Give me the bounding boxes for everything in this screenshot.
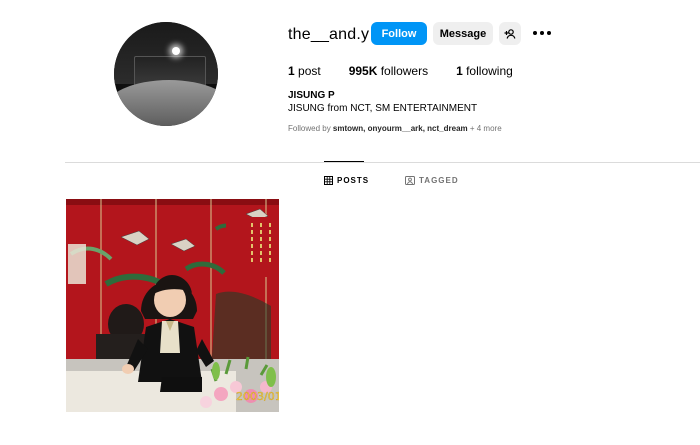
tabs-divider <box>65 162 700 163</box>
avatar-floor <box>114 80 218 126</box>
tab-tagged[interactable]: TAGGED <box>405 176 459 185</box>
post-image: 2003/01 <box>66 199 279 412</box>
active-tab-indicator <box>324 161 364 162</box>
suggest-users-button[interactable] <box>499 22 521 45</box>
profile-username: the__and.y <box>288 26 370 43</box>
stat-followers[interactable]: 995K followers <box>349 64 428 78</box>
more-options-button[interactable] <box>532 26 552 40</box>
stat-following[interactable]: 1 following <box>456 64 513 78</box>
more-icon <box>533 31 537 35</box>
add-user-icon <box>504 28 516 39</box>
message-button[interactable]: Message <box>433 22 493 45</box>
profile-stats: 1 post 995K followers 1 following <box>288 64 541 78</box>
stat-posts: 1 post <box>288 64 321 78</box>
profile-avatar[interactable] <box>114 22 218 126</box>
profile-full-name: JISUNG P <box>288 90 335 101</box>
avatar-light <box>172 47 180 55</box>
grid-icon <box>324 176 333 185</box>
profile-bio: JISUNG from NCT, SM ENTERTAINMENT <box>288 103 478 114</box>
post-thumbnail[interactable]: 2003/01 <box>66 199 279 412</box>
post-date-stamp: 2003/01 <box>236 390 279 403</box>
followed-by-line[interactable]: Followed by smtown, onyourm__ark, nct_dr… <box>288 124 502 133</box>
tab-posts[interactable]: POSTS <box>324 176 369 185</box>
tagged-icon <box>405 176 415 185</box>
follow-button[interactable]: Follow <box>371 22 427 45</box>
